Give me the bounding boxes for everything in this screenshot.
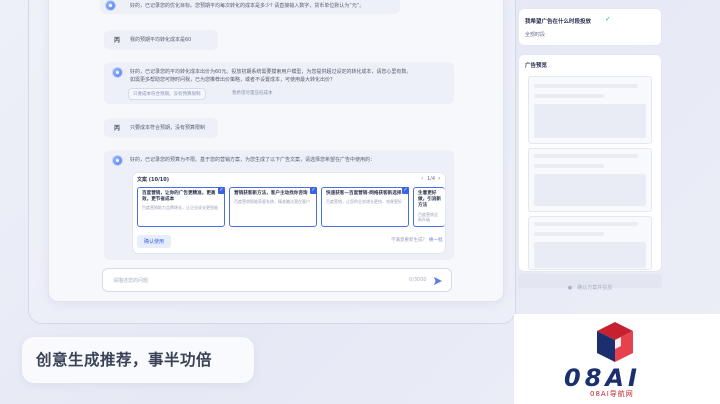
schedule-question: 我希望广告在什么时段投放: [525, 19, 592, 25]
user-avatar: 丙: [114, 125, 121, 132]
schedule-question-card: 我希望广告在什么时段投放 ✓ 全部时段: [518, 8, 662, 46]
message-text: 好的，已记录您的优化目标。您预期平均每次转化的成本是多少? 请直接输入数字，货币…: [130, 3, 365, 9]
ad-copy-panel: 文案 (10/10) ‹ 1/4 › ✓ 百度营销，让你的广告更精准，更高效，更…: [132, 172, 446, 254]
card-title: 生意更好做，引流新方法: [418, 191, 441, 209]
cube-logo-icon: [597, 322, 633, 362]
quick-reply-option[interactable]: 我希望尽量压低成本: [228, 88, 277, 98]
card-desc: 百度营销，让您的业务增长更快，效果更好: [326, 199, 402, 205]
pager-prev-icon[interactable]: ‹: [421, 175, 423, 182]
card-title: 快速获客—百度营销-网络获客新选择: [326, 191, 402, 196]
brand-subtitle: 08AI导航网: [590, 390, 634, 398]
message-text-line: 好的，已记录您的平均转化成本出价为60元。投放初期系统需要摸索用户模型，为您提供…: [130, 69, 412, 75]
chat-input-bar[interactable]: 请描述您的问题 0/3000: [102, 268, 452, 292]
ad-copy-card[interactable]: 生意更好做，引流新方法 百度营销全新升级: [413, 187, 445, 227]
send-icon[interactable]: [433, 276, 443, 286]
message-text: 我的预期平均转化成本是60: [130, 37, 192, 43]
checkbox-checked-icon[interactable]: ✓: [310, 187, 317, 194]
confirm-launch-label: 确认方案并投放: [577, 285, 613, 291]
not-satisfied-text: 不满意重新生成?: [391, 238, 425, 243]
card-title: 营销获客新方法，客户主动找你咨询: [234, 191, 308, 196]
feature-caption: 创意生成推荐，事半功倍: [22, 337, 254, 383]
user-message: 丙 我的预期平均转化成本是60: [104, 30, 218, 50]
confirm-use-button[interactable]: 确认使用: [137, 235, 172, 248]
ad-copy-card[interactable]: ✓ 营销获客新方法，客户主动找你咨询 百度营销智能获客系统，精准触达潜在客户: [229, 187, 317, 227]
pager-indicator: 1/4: [427, 176, 436, 182]
assistant-avatar-icon: [112, 67, 123, 78]
pager-next-icon[interactable]: ›: [438, 175, 440, 182]
ad-copy-card[interactable]: ✓ 快速获客—百度营销-网络获客新选择 百度营销，让您的业务增长更快，效果更好: [321, 187, 409, 227]
user-message: 丙 只要成本符合预期，没有预算限制: [104, 118, 218, 138]
logo-area: 08AI 08AI导航网: [514, 314, 720, 404]
preview-title: 广告预览: [525, 63, 548, 69]
ad-copy-card[interactable]: ✓ 百度营销，让你的广告更精准，更高效，更节省成本 百度营销助力品牌增长，让企业…: [137, 187, 225, 227]
card-desc: 百度营销智能获客系统，精准触达潜在客户: [234, 199, 310, 205]
checkbox-checked-icon[interactable]: ✓: [218, 187, 225, 194]
card-desc: 百度营销全新升级: [418, 211, 438, 223]
regenerate-link[interactable]: 换一批: [429, 237, 443, 243]
brand-name: 08AI: [564, 364, 641, 392]
checkbox-checked-icon[interactable]: ✓: [402, 187, 409, 194]
quick-reply-option[interactable]: 只要成本符合预期，没有预算限制: [128, 88, 206, 100]
schedule-answer: 全部时段: [525, 32, 546, 38]
message-text: 只要成本符合预期，没有预算限制: [130, 125, 206, 131]
card-desc: 百度营销助力品牌增长，让企业成长更智能: [142, 205, 218, 211]
launch-icon: ●: [567, 285, 573, 291]
user-avatar: 丙: [114, 37, 121, 44]
assistant-avatar-icon: [105, 0, 116, 11]
message-text: 好的，已记录您的预算为不限。基于您的营销方案，为您生成了以下广告文案，请选择您希…: [130, 157, 376, 163]
confirm-launch-button[interactable]: ● 确认方案并投放: [518, 274, 662, 291]
assistant-avatar-icon: [112, 155, 123, 166]
card-title: 百度营销，让你的广告更精准，更高效，更节省成本: [142, 191, 216, 203]
check-icon: ✓: [605, 15, 611, 23]
message-text-line: 如需更多帮助您可随时问我，已为您推荐出价策略，或者不设置成本，可使用最大转化出价…: [130, 77, 336, 83]
chat-input-placeholder: 请描述您的问题: [113, 278, 149, 284]
panel-title: 文案 (10/10): [137, 177, 170, 183]
char-counter: 0/3000: [409, 277, 427, 283]
assistant-message: 好的，已记录您的优化目标。您预期平均每次转化的成本是多少? 请直接输入数字，货币…: [100, 0, 400, 14]
